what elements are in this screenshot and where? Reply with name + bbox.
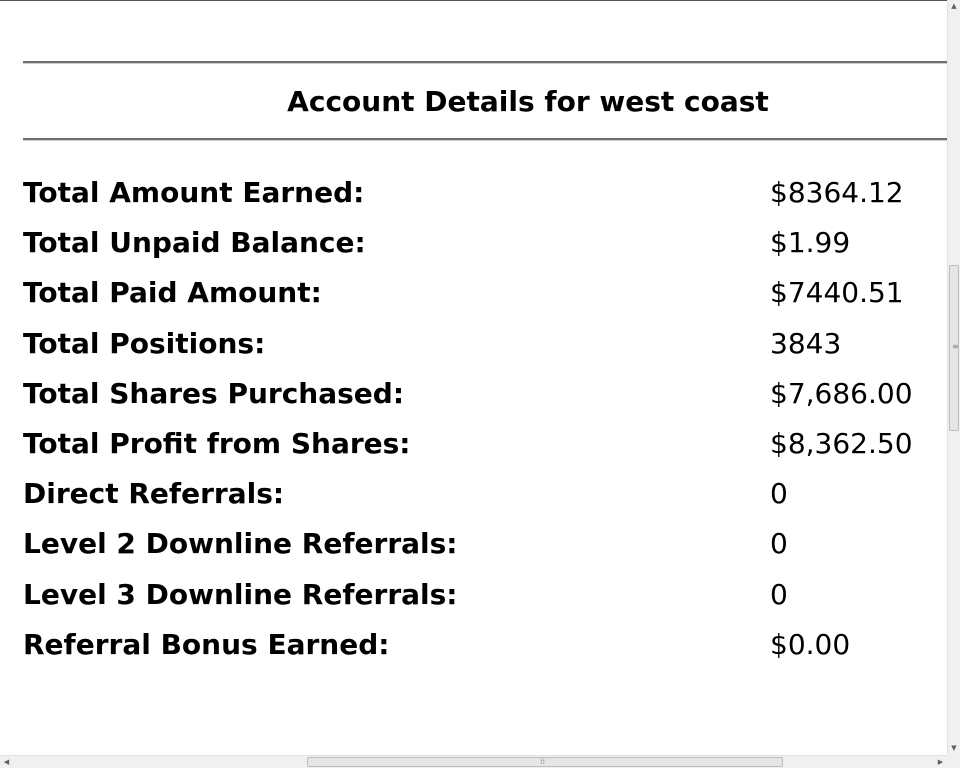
arrow-right-icon[interactable]: ▶: [934, 756, 947, 768]
page-title: Account Details for west coast: [287, 85, 769, 118]
detail-label: Total Shares Purchased:: [23, 376, 405, 410]
detail-label: Total Amount Earned:: [23, 176, 365, 209]
detail-row-direct-referrals: Direct Referrals: 0: [23, 474, 943, 524]
detail-value: 0: [770, 527, 788, 561]
detail-row-total-unpaid-balance: Total Unpaid Balance: $1.99: [23, 223, 943, 273]
account-details-list: Total Amount Earned: $8364.12 Total Unpa…: [23, 173, 943, 675]
detail-value: $7,686.00: [770, 376, 913, 410]
detail-label: Level 2 Downline Referrals:: [23, 527, 458, 561]
detail-row-total-positions: Total Positions: 3843: [23, 324, 943, 374]
detail-row-total-paid-amount: Total Paid Amount: $7440.51: [23, 273, 943, 323]
detail-label: Total Unpaid Balance:: [23, 226, 366, 260]
title-bottom-rule: [23, 138, 947, 141]
detail-value: 0: [770, 477, 788, 511]
horizontal-scroll-thumb[interactable]: ⁞⁞: [307, 757, 783, 767]
arrow-up-icon[interactable]: ▲: [948, 0, 960, 13]
detail-row-level-3-downline-referrals: Level 3 Downline Referrals: 0: [23, 575, 943, 625]
detail-value: $0.00: [770, 627, 851, 661]
detail-row-referral-bonus-earned: Referral Bonus Earned: $0.00: [23, 625, 943, 675]
title-top-rule: [23, 61, 947, 64]
horizontal-scrollbar[interactable]: ◀ ⁞⁞ ▶: [0, 755, 947, 768]
arrow-left-icon[interactable]: ◀: [0, 756, 13, 768]
detail-value: $8364.12: [770, 176, 904, 209]
detail-label: Level 3 Downline Referrals:: [23, 577, 458, 611]
page-viewport: Account Details for west coast Total Amo…: [0, 0, 947, 755]
detail-label: Direct Referrals:: [23, 477, 285, 511]
vertical-scrollbar[interactable]: ▲ ≡ ▼: [947, 0, 960, 755]
detail-row-total-amount-earned: Total Amount Earned: $8364.12: [23, 173, 943, 223]
detail-label: Total Positions:: [23, 326, 266, 360]
arrow-down-icon[interactable]: ▼: [948, 742, 960, 755]
detail-row-total-shares-purchased: Total Shares Purchased: $7,686.00: [23, 374, 943, 424]
detail-value: 3843: [770, 326, 842, 360]
grip-icon: ⁞⁞: [540, 757, 546, 766]
scrollbar-corner: [947, 755, 960, 768]
detail-label: Referral Bonus Earned:: [23, 627, 390, 661]
detail-label: Total Paid Amount:: [23, 276, 322, 310]
detail-value: $7440.51: [770, 276, 904, 310]
detail-value: 0: [770, 577, 788, 611]
window-top-border: [0, 0, 947, 1]
vertical-scroll-thumb[interactable]: ≡: [949, 265, 959, 431]
grip-icon: ≡: [952, 342, 959, 351]
detail-value: $1.99: [770, 226, 851, 260]
detail-row-level-2-downline-referrals: Level 2 Downline Referrals: 0: [23, 524, 943, 574]
detail-label: Total Profit from Shares:: [23, 426, 411, 460]
detail-value: $8,362.50: [770, 426, 913, 460]
detail-row-total-profit-from-shares: Total Profit from Shares: $8,362.50: [23, 424, 943, 474]
